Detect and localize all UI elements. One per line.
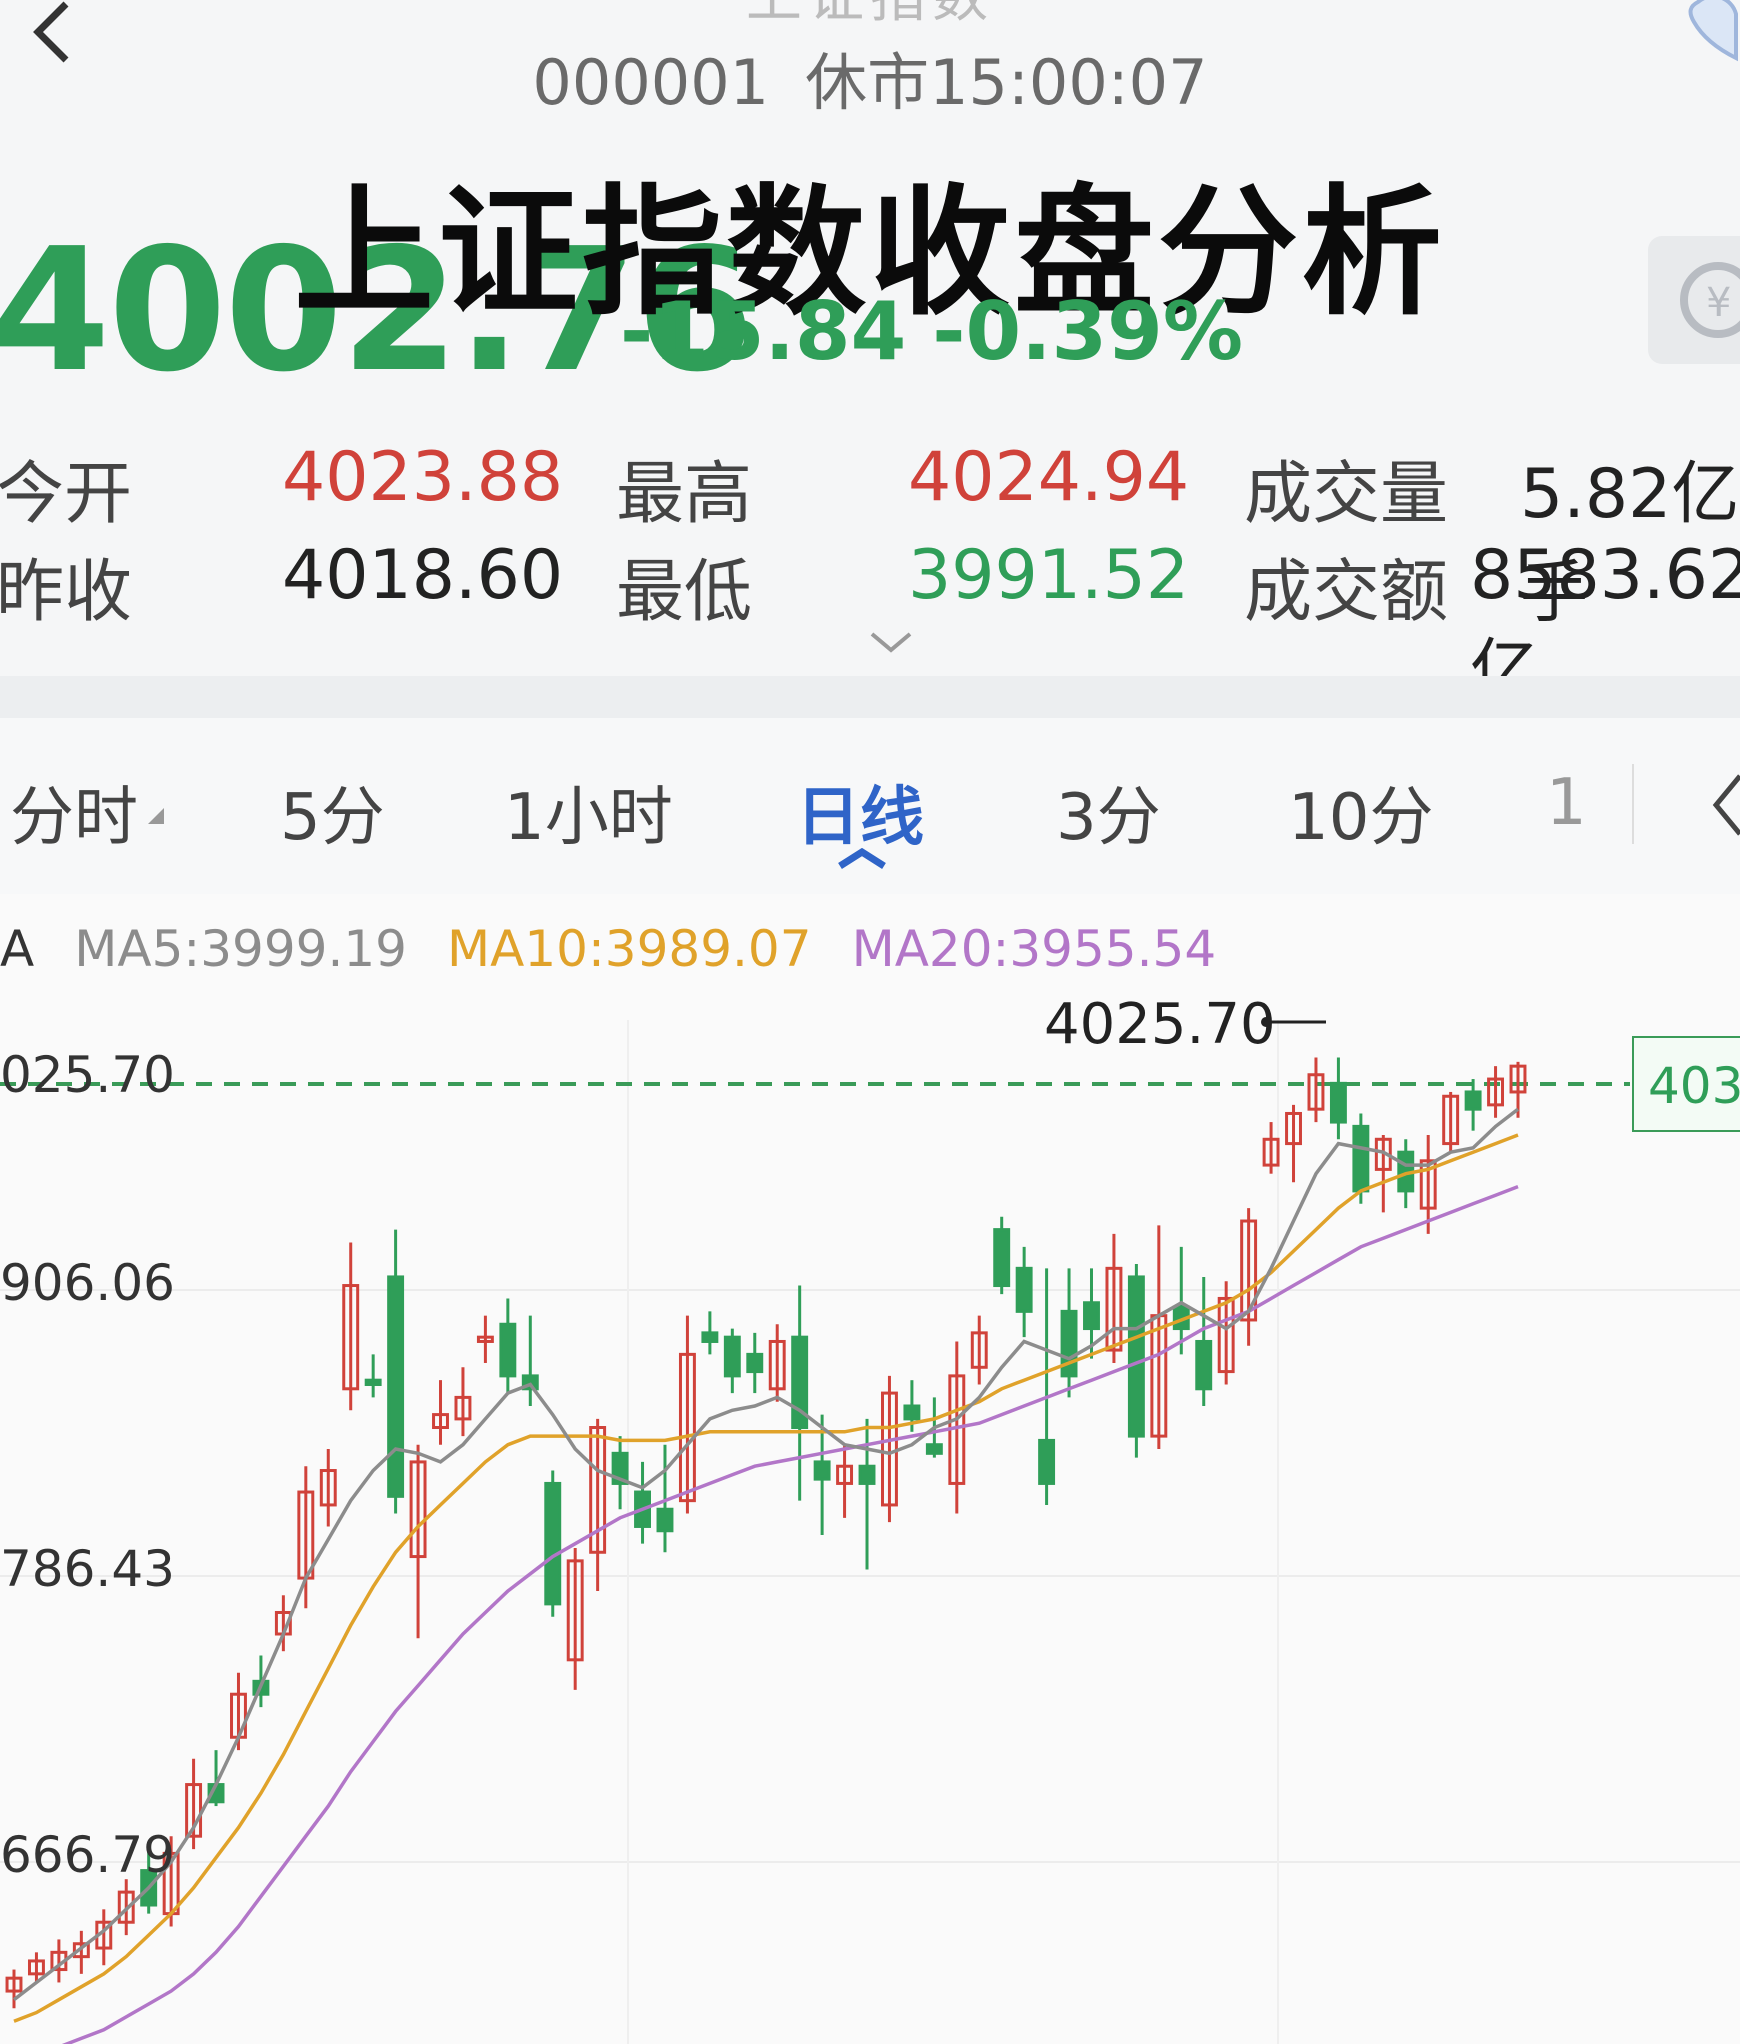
ma5-line [12, 1107, 1520, 2002]
candle-body [925, 1443, 943, 1455]
y-axis-label-3: 786.43 [0, 1540, 175, 1598]
candle-body [1083, 1301, 1100, 1331]
candle-body [544, 1481, 562, 1606]
candle-body [1127, 1275, 1145, 1438]
candle-body [993, 1228, 1011, 1288]
candle-body [656, 1507, 674, 1533]
candle-body [1015, 1266, 1033, 1313]
candle-body [1195, 1339, 1213, 1391]
y-axis-label-1: 025.70 [0, 1046, 175, 1104]
candle-body [813, 1460, 831, 1481]
ma20-line [61, 1184, 1519, 2044]
candle-body [723, 1335, 741, 1378]
candle-body [858, 1464, 876, 1485]
candle-body [1038, 1438, 1056, 1485]
candle-body [1329, 1081, 1347, 1124]
candle-body [746, 1352, 764, 1374]
candle-body [701, 1331, 719, 1343]
ma10-line [13, 1133, 1519, 2023]
candle-body [1352, 1124, 1370, 1193]
candle-body [1464, 1090, 1482, 1111]
high-marker-label: 4025.70 [1044, 992, 1276, 1057]
candlestick-chart[interactable] [0, 0, 1740, 2044]
candle-body [364, 1378, 382, 1386]
current-price-tag: 4031 [1632, 1036, 1740, 1132]
y-axis-label-4: 666.79 [0, 1826, 175, 1884]
candle-body [387, 1275, 405, 1498]
candle-body [499, 1322, 517, 1378]
y-axis-label-2: 906.06 [0, 1254, 175, 1312]
candle-body [903, 1404, 921, 1421]
